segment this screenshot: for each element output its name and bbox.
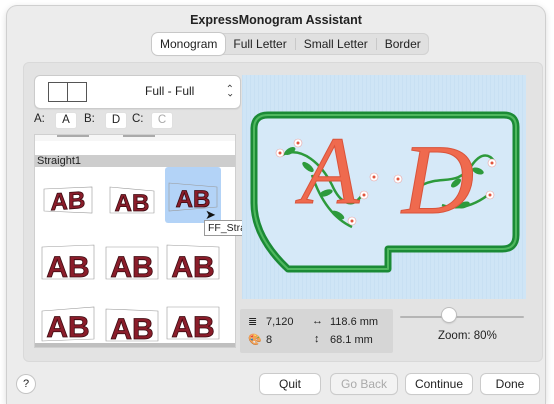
layout-select[interactable]: Full - Full ⌃ ⌃ bbox=[34, 75, 241, 109]
letter-a-field[interactable]: A bbox=[56, 113, 76, 128]
letter-c-label: C: bbox=[132, 113, 144, 125]
help-button[interactable]: ? bbox=[17, 375, 35, 393]
color-count: 8 bbox=[266, 334, 273, 346]
monogram-preview-graphic: A D bbox=[242, 75, 526, 299]
tab-bar: Monogram Full Letter Small Letter Border bbox=[152, 33, 429, 55]
style-thumb-graphic: AB bbox=[166, 244, 220, 284]
monogram-letter-d: D bbox=[400, 124, 474, 235]
letter-c-field[interactable]: C bbox=[152, 113, 172, 128]
tab-full-letter[interactable]: Full Letter bbox=[225, 33, 294, 55]
svg-text:AB: AB bbox=[110, 313, 153, 346]
letter-b-label: B: bbox=[84, 113, 95, 125]
stitch-count: 7,120 bbox=[266, 316, 294, 328]
svg-text:AB: AB bbox=[51, 187, 86, 216]
style-thumb-graphic: AB bbox=[43, 186, 93, 217]
svg-text:AB: AB bbox=[171, 251, 214, 284]
style-thumb-graphic: AB bbox=[105, 246, 159, 284]
svg-text:AB: AB bbox=[110, 251, 153, 284]
style-thumb-graphic: AB bbox=[41, 244, 95, 284]
tab-border[interactable]: Border bbox=[377, 33, 429, 55]
previous-group-mark bbox=[123, 135, 155, 137]
zoom-label: Zoom: 80% bbox=[438, 330, 497, 342]
design-stats: ≣ 7,120 🎨 8 ↔ 118.6 mm ↕ 68.1 mm bbox=[240, 309, 393, 353]
monogram-preview: A D bbox=[242, 75, 526, 299]
layout-select-value: Full - Full bbox=[145, 84, 195, 98]
quit-button[interactable]: Quit bbox=[260, 374, 320, 394]
style-thumb-graphic: AB bbox=[109, 186, 155, 217]
style-thumb-1[interactable]: AB bbox=[40, 171, 96, 227]
layout-square-left-icon bbox=[48, 82, 68, 102]
style-group-header: Straight1 bbox=[35, 155, 235, 167]
zoom-control: Zoom: 80% bbox=[398, 306, 528, 350]
window-title: ExpressMonogram Assistant bbox=[190, 13, 362, 27]
zoom-slider-track[interactable] bbox=[400, 316, 524, 318]
letter-a-label: A: bbox=[34, 113, 45, 125]
monogram-letter-a: A bbox=[295, 117, 360, 224]
palette-icon: 🎨 bbox=[248, 334, 262, 346]
tab-small-letter[interactable]: Small Letter bbox=[296, 33, 376, 55]
letter-b-field[interactable]: D bbox=[106, 113, 126, 128]
style-thumb-8[interactable]: AB bbox=[104, 295, 160, 347]
zoom-slider-knob[interactable] bbox=[442, 308, 456, 322]
svg-text:AB: AB bbox=[46, 311, 89, 344]
width-icon: ↔ bbox=[312, 315, 323, 327]
stitch-count-icon: ≣ bbox=[248, 316, 258, 328]
style-thumb-7[interactable]: AB bbox=[40, 295, 96, 347]
design-height: 68.1 mm bbox=[330, 334, 373, 346]
svg-text:AB: AB bbox=[171, 311, 214, 344]
style-list[interactable]: Straight1 AB AB AB AB AB AB AB AB AB bbox=[34, 134, 236, 348]
design-width: 118.6 mm bbox=[330, 316, 379, 328]
style-thumb-graphic: AB bbox=[166, 306, 220, 344]
height-icon: ↕ bbox=[314, 333, 320, 345]
done-button[interactable]: Done bbox=[481, 374, 539, 394]
style-thumb-9[interactable]: AB bbox=[165, 295, 221, 347]
style-thumb-6[interactable]: AB bbox=[165, 233, 221, 289]
style-thumb-graphic: AB bbox=[41, 306, 95, 344]
style-thumb-2[interactable]: AB bbox=[104, 171, 160, 227]
style-thumb-graphic: AB bbox=[105, 308, 159, 346]
svg-text:AB: AB bbox=[115, 190, 150, 217]
chevron-updown-icon: ⌃ ⌃ bbox=[225, 84, 234, 97]
style-thumb-4[interactable]: AB bbox=[40, 233, 96, 289]
monogram-border-shape bbox=[250, 111, 520, 273]
svg-text:AB: AB bbox=[46, 251, 89, 284]
style-thumb-5[interactable]: AB bbox=[104, 233, 160, 289]
previous-group-mark bbox=[57, 135, 89, 137]
go-back-button[interactable]: Go Back bbox=[331, 374, 397, 394]
continue-button[interactable]: Continue bbox=[406, 374, 472, 394]
list-scroll-edge bbox=[35, 343, 235, 347]
tab-monogram[interactable]: Monogram bbox=[152, 33, 226, 55]
layout-square-right-icon bbox=[67, 82, 87, 102]
